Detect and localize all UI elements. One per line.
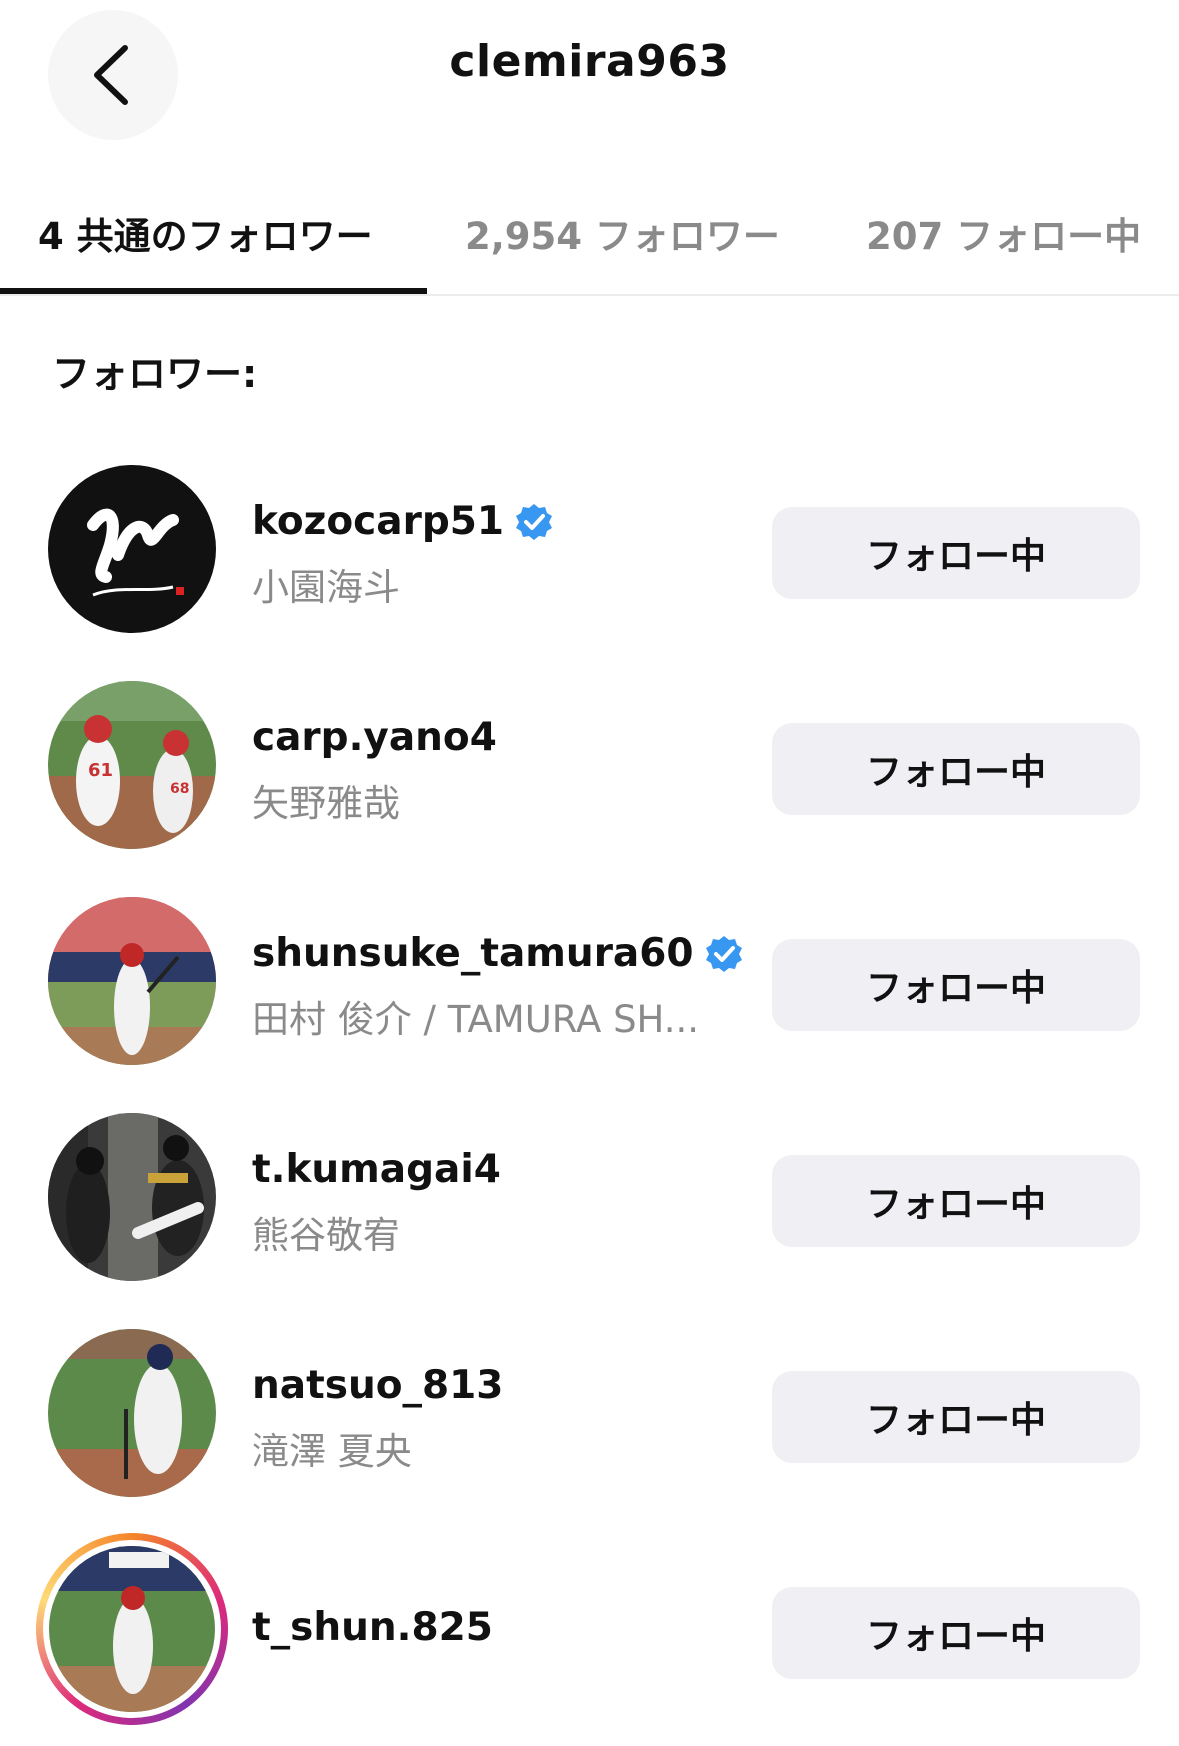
- full-name: 矢野雅哉: [252, 782, 400, 825]
- following-button[interactable]: フォロー中: [772, 1371, 1140, 1463]
- header-bar: clemira963: [0, 0, 1179, 150]
- full-name: 小園海斗: [252, 566, 400, 609]
- tab-followers[interactable]: 2,954 フォロワー: [465, 206, 780, 260]
- avatar[interactable]: 61 68: [48, 681, 216, 849]
- avatar[interactable]: [48, 1329, 216, 1497]
- following-button[interactable]: フォロー中: [772, 1587, 1140, 1679]
- following-button[interactable]: フォロー中: [772, 939, 1140, 1031]
- list-item[interactable]: kozocarp51 小園海斗 フォロー中: [0, 455, 1179, 645]
- verified-badge-icon: [705, 935, 742, 972]
- full-name: 田村 俊介 / TAMURA SH...: [252, 998, 700, 1041]
- list-item[interactable]: t.kumagai4 熊谷敬宥 フォロー中: [0, 1103, 1179, 1293]
- avatar[interactable]: [48, 465, 216, 633]
- list-item[interactable]: natsuo_813 滝澤 夏央 フォロー中: [0, 1319, 1179, 1509]
- avatar-story-ring[interactable]: [36, 1533, 228, 1725]
- username-text[interactable]: shunsuke_tamura60: [252, 931, 694, 976]
- following-button[interactable]: フォロー中: [772, 1155, 1140, 1247]
- section-label: フォロワー:: [52, 352, 258, 396]
- username-text[interactable]: kozocarp51: [252, 499, 504, 544]
- username[interactable]: kozocarp51: [252, 499, 554, 544]
- full-name: 熊谷敬宥: [252, 1214, 400, 1257]
- svg-text:61: 61: [88, 760, 113, 781]
- tab-following[interactable]: 207 フォロー中: [866, 206, 1141, 260]
- username[interactable]: t.kumagai4: [252, 1147, 501, 1192]
- avatar[interactable]: [48, 1113, 216, 1281]
- page-title: clemira963: [449, 36, 730, 87]
- username-text[interactable]: t.kumagai4: [252, 1147, 501, 1192]
- username-text[interactable]: natsuo_813: [252, 1363, 503, 1408]
- username-text[interactable]: t_shun.825: [252, 1605, 493, 1650]
- following-button[interactable]: フォロー中: [772, 507, 1140, 599]
- list-item[interactable]: t_shun.825 フォロー中: [0, 1533, 1179, 1725]
- avatar[interactable]: [48, 897, 216, 1065]
- list-item[interactable]: shunsuke_tamura60 田村 俊介 / TAMURA SH... フ…: [0, 887, 1179, 1077]
- svg-text:68: 68: [170, 781, 189, 797]
- username[interactable]: natsuo_813: [252, 1363, 503, 1408]
- username[interactable]: shunsuke_tamura60: [252, 931, 744, 976]
- username[interactable]: t_shun.825: [252, 1605, 493, 1650]
- username[interactable]: carp.yano4: [252, 715, 497, 760]
- username-text[interactable]: carp.yano4: [252, 715, 497, 760]
- active-tab-indicator: [0, 288, 427, 294]
- full-name: 滝澤 夏央: [252, 1430, 412, 1473]
- following-button[interactable]: フォロー中: [772, 723, 1140, 815]
- tab-mutual-followers[interactable]: 4 共通のフォロワー: [38, 206, 373, 260]
- list-item[interactable]: 61 68 carp.yano4 矢野雅哉 フォロー中: [0, 671, 1179, 861]
- verified-badge-icon: [516, 503, 553, 540]
- tab-bar: 4 共通のフォロワー 2,954 フォロワー 207 フォロー中: [0, 178, 1179, 296]
- avatar: [49, 1546, 215, 1712]
